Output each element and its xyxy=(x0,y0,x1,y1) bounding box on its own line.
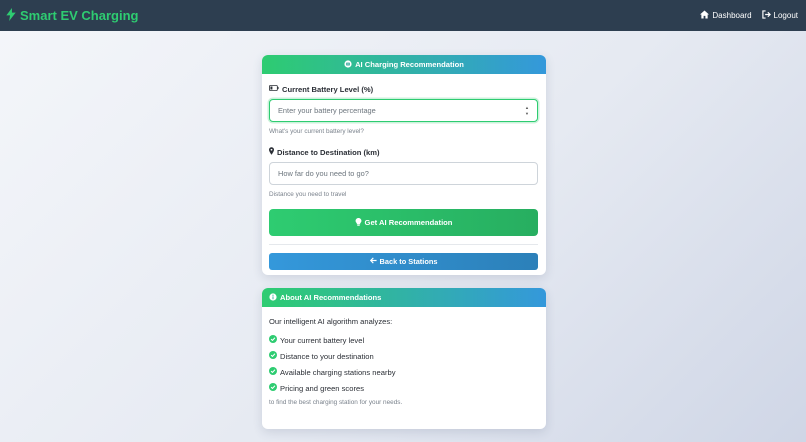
battery-icon xyxy=(269,84,279,94)
list-item: Distance to your destination xyxy=(269,351,539,361)
arrow-left-icon xyxy=(369,257,377,266)
about-body: Our intelligent AI algorithm analyzes: Y… xyxy=(262,307,546,406)
distance-help: Distance you need to travel xyxy=(269,191,347,198)
dashboard-link[interactable]: Dashboard xyxy=(700,10,752,21)
robot-icon xyxy=(344,59,352,70)
list-item-text: Available charging stations nearby xyxy=(280,367,396,377)
spinner-down-icon[interactable]: ▼ xyxy=(525,111,529,116)
battery-input[interactable]: Enter your battery percentage ▲ ▼ xyxy=(269,99,538,122)
distance-label-text: Distance to Destination (km) xyxy=(277,147,380,157)
back-to-stations-label: Back to Stations xyxy=(379,257,438,266)
dashboard-label: Dashboard xyxy=(712,11,752,20)
check-circle-icon xyxy=(269,367,277,377)
brand[interactable]: Smart EV Charging xyxy=(6,7,139,24)
about-intro: Our intelligent AI algorithm analyzes: xyxy=(269,317,393,326)
distance-input-placeholder: How far do you need to go? xyxy=(278,169,369,178)
check-circle-icon xyxy=(269,335,277,345)
list-item: Your current battery level xyxy=(269,335,539,345)
battery-label-text: Current Battery Level (%) xyxy=(282,84,374,94)
back-to-stations-button[interactable]: Back to Stations xyxy=(269,253,538,270)
list-item-text: Your current battery level xyxy=(280,335,365,345)
recommendation-card: AI Charging Recommendation Current Batte… xyxy=(262,55,546,275)
battery-help: What's your current battery level? xyxy=(269,128,364,135)
list-item-text: Pricing and green scores xyxy=(280,383,364,393)
recommendation-form: Current Battery Level (%) Enter your bat… xyxy=(262,74,546,270)
about-card-header: About AI Recommendations xyxy=(262,288,546,307)
app-title: Smart EV Charging xyxy=(20,8,139,23)
battery-label: Current Battery Level (%) xyxy=(269,84,539,94)
distance-input[interactable]: How far do you need to go? xyxy=(269,162,538,185)
about-footer: to find the best charging station for yo… xyxy=(269,399,403,406)
bolt-icon xyxy=(6,7,16,24)
sign-out-icon xyxy=(761,10,771,21)
logout-link[interactable]: Logout xyxy=(761,10,798,21)
spinner-up-icon[interactable]: ▲ xyxy=(525,105,529,110)
about-card: About AI Recommendations Our intelligent… xyxy=(262,288,546,429)
about-title: About AI Recommendations xyxy=(280,293,382,302)
nav-links: Dashboard Logout xyxy=(700,10,798,21)
list-item-text: Distance to your destination xyxy=(280,351,374,361)
get-recommendation-button[interactable]: Get AI Recommendation xyxy=(269,209,538,236)
info-icon xyxy=(269,292,277,303)
list-item: Available charging stations nearby xyxy=(269,367,539,377)
lightbulb-icon xyxy=(355,217,362,228)
logout-label: Logout xyxy=(773,11,798,20)
list-item: Pricing and green scores xyxy=(269,383,539,393)
check-circle-icon xyxy=(269,383,277,393)
battery-input-placeholder: Enter your battery percentage xyxy=(278,106,376,115)
get-recommendation-label: Get AI Recommendation xyxy=(364,218,453,227)
check-circle-icon xyxy=(269,351,277,361)
distance-label: Distance to Destination (km) xyxy=(269,147,539,157)
recommendation-card-header: AI Charging Recommendation xyxy=(262,55,546,74)
recommendation-title: AI Charging Recommendation xyxy=(355,60,464,69)
feature-list: Your current battery level Distance to y… xyxy=(269,335,539,393)
number-spinner[interactable]: ▲ ▼ xyxy=(525,105,529,116)
divider xyxy=(269,244,538,245)
home-icon xyxy=(700,10,710,21)
navbar: Smart EV Charging Dashboard Logout xyxy=(0,0,806,31)
map-marker-icon xyxy=(269,147,274,157)
